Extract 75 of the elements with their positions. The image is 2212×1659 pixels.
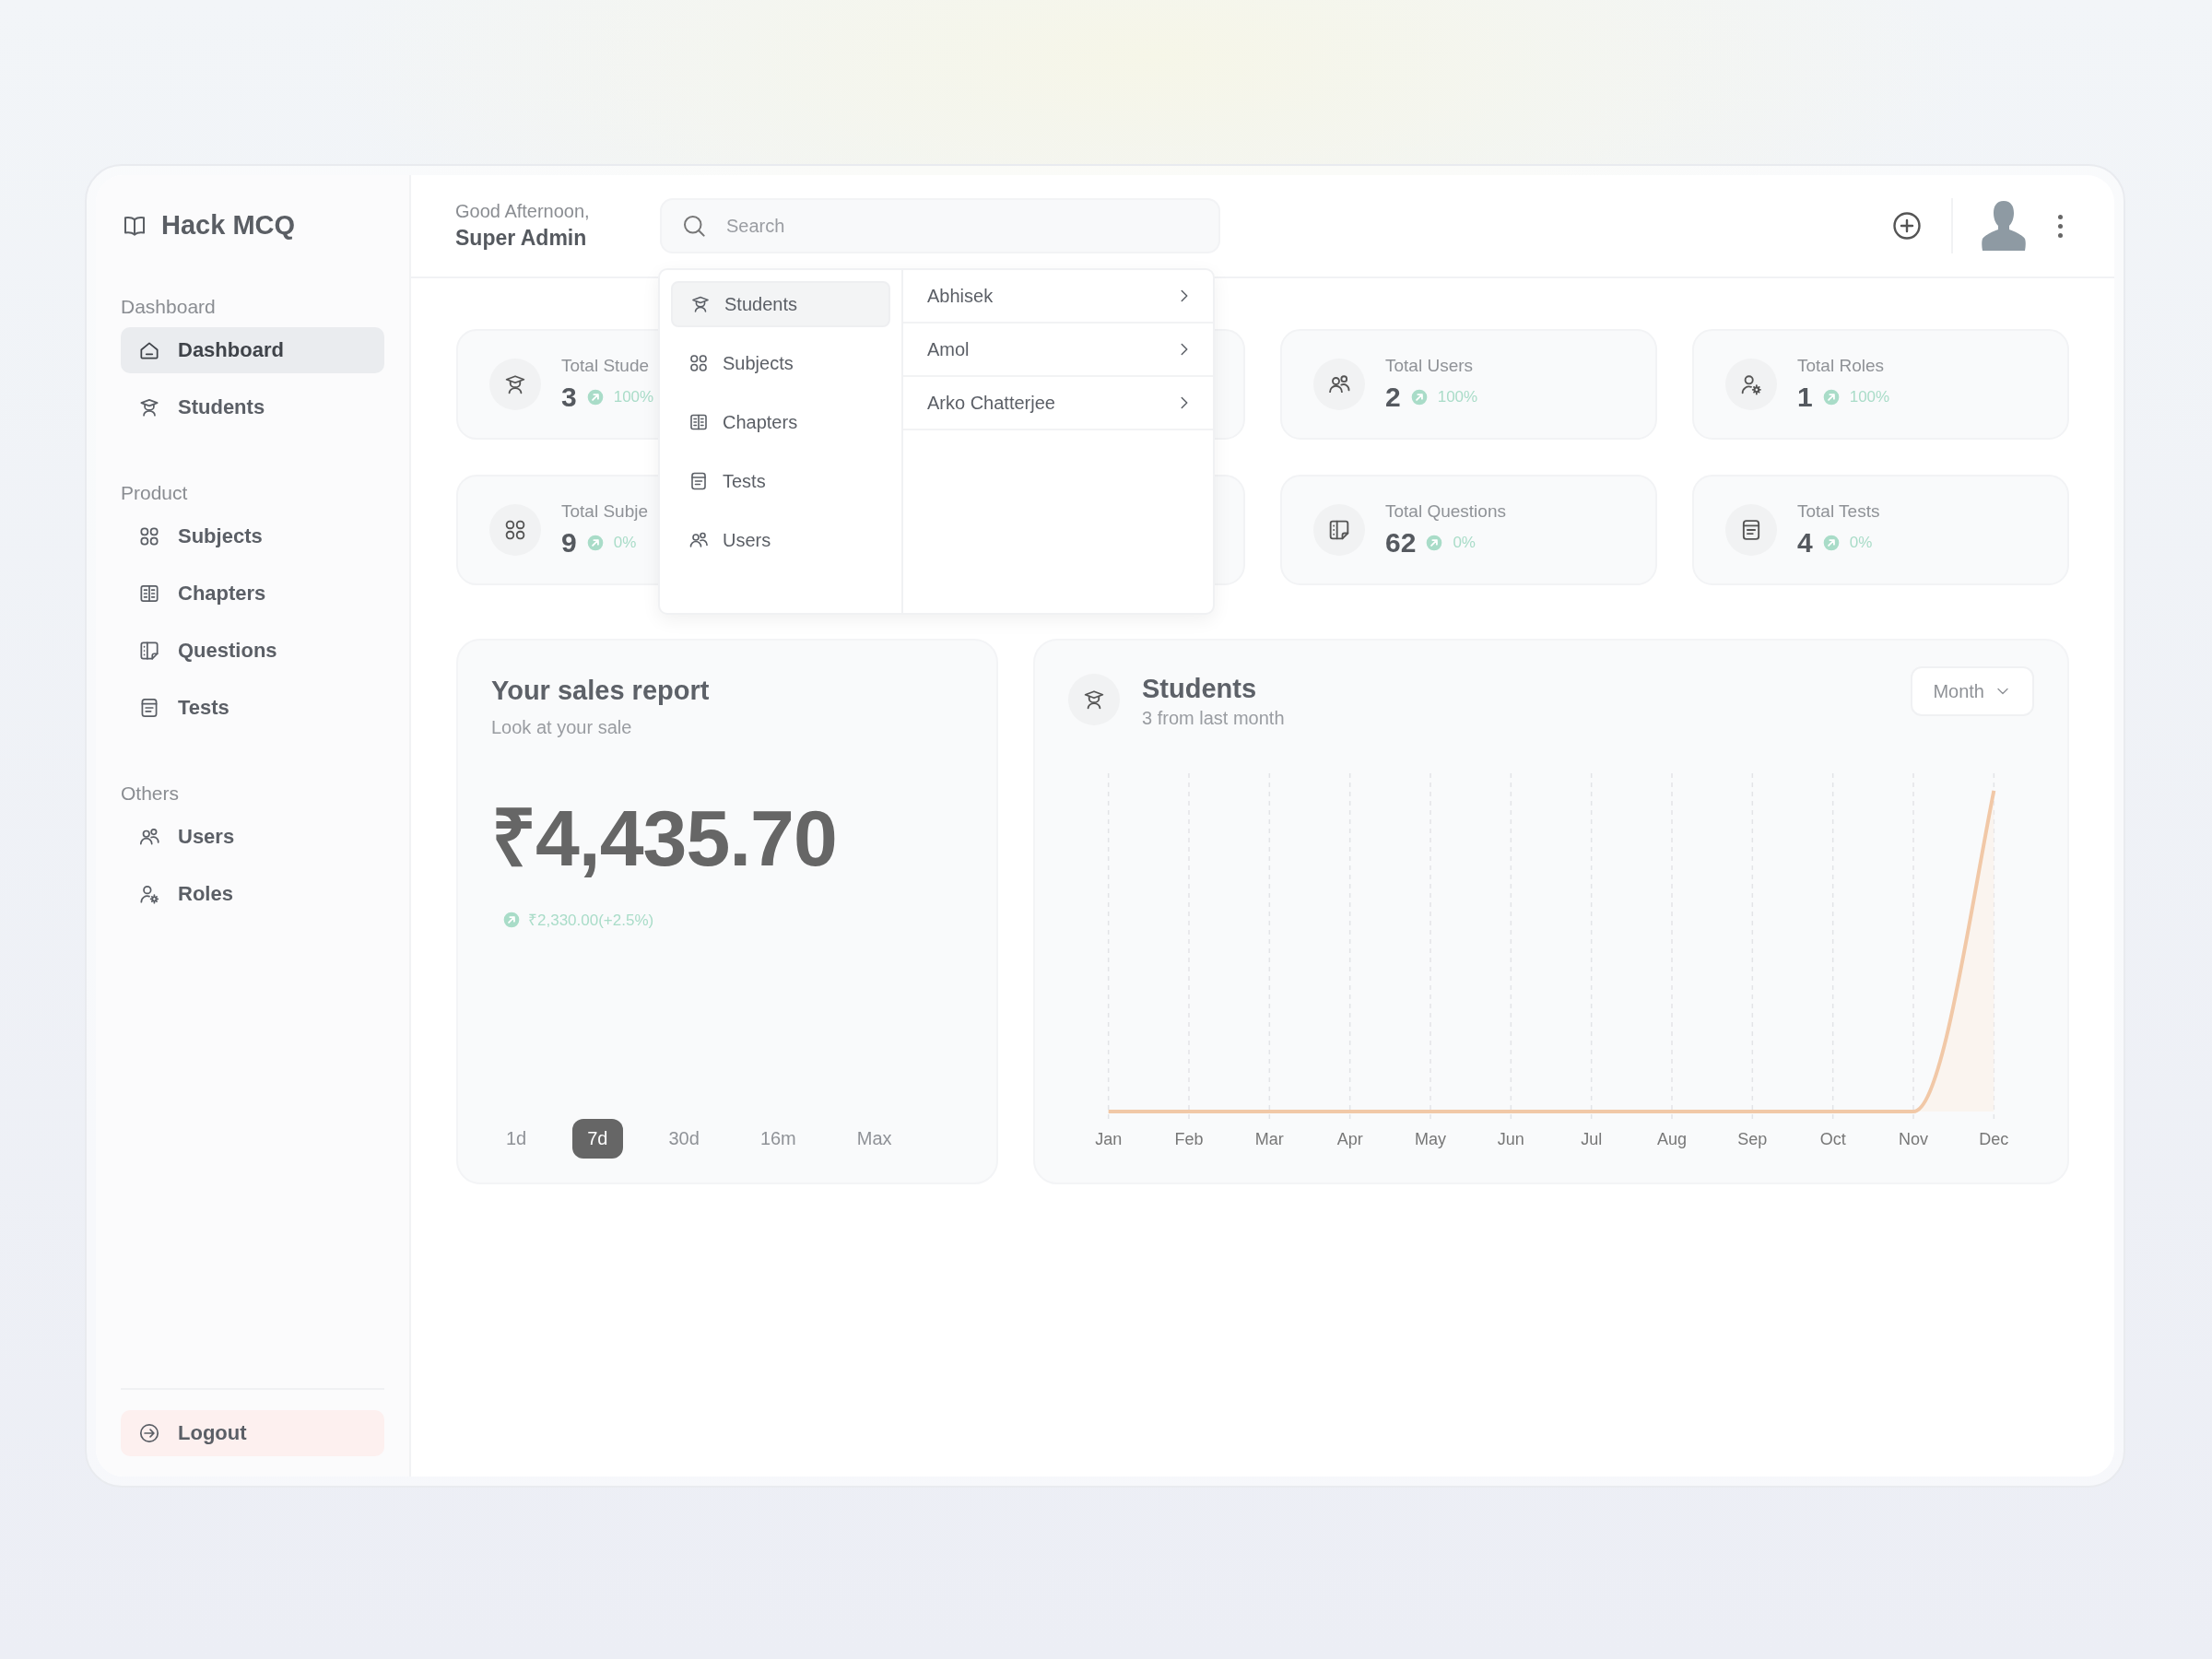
card-subtitle: Look at your sale	[491, 717, 632, 738]
sidebar-item[interactable]: Dashboard	[121, 327, 384, 373]
period-button[interactable]: 7d	[572, 1119, 623, 1159]
stat-label: Total Roles	[1797, 356, 1884, 376]
stat-change: 0%	[1453, 534, 1476, 552]
stat-value: 2	[1385, 382, 1401, 413]
section-label: Others	[121, 782, 181, 805]
stat-label: Total Users	[1385, 356, 1474, 376]
stat-label: Total Stude	[561, 356, 650, 376]
stat-value: 1	[1797, 382, 1813, 413]
month-label: Dec	[1979, 1130, 2009, 1149]
stat-label: Total Questions	[1385, 501, 1506, 522]
logout-icon	[137, 1421, 161, 1445]
search-category[interactable]: Users	[671, 517, 890, 563]
sidebar-item[interactable]: Students	[121, 384, 384, 430]
month-label: Jul	[1581, 1130, 1603, 1149]
search-category[interactable]: Students	[671, 281, 890, 327]
add-icon[interactable]	[1890, 209, 1924, 242]
stat-value: 3	[561, 382, 577, 413]
month-label: May	[1415, 1130, 1446, 1149]
card-subtitle: 3 from last month	[1142, 708, 1285, 729]
arrow-up-right-icon	[1821, 388, 1841, 406]
stat-change: 0%	[613, 534, 637, 552]
period-dropdown[interactable]: Month	[1911, 666, 2034, 716]
month-label: Aug	[1656, 1130, 1687, 1149]
stat-change: 0%	[1849, 534, 1873, 552]
sales-amount: ₹4,435.70	[491, 793, 837, 884]
month-label: Sep	[1737, 1130, 1768, 1149]
search-category[interactable]: Tests	[671, 458, 890, 504]
month-label: Nov	[1899, 1130, 1928, 1149]
month-label: Oct	[1819, 1130, 1846, 1149]
sidebar-item[interactable]: Questions	[121, 628, 384, 674]
month-label: Jun	[1497, 1130, 1524, 1149]
card-title: Students	[1142, 674, 1257, 704]
month-label: Apr	[1336, 1130, 1363, 1149]
document-icon	[137, 639, 161, 663]
section-label: Product	[121, 482, 189, 504]
month-label: Mar	[1254, 1130, 1284, 1149]
stat-label: Total Tests	[1797, 501, 1880, 522]
arrow-up-right-icon	[1425, 534, 1444, 552]
month-label: Feb	[1174, 1130, 1204, 1149]
logout-button[interactable]: Logout	[121, 1410, 384, 1456]
sidebar-item[interactable]: Tests	[121, 685, 384, 731]
card-title: Your sales report	[491, 676, 710, 706]
search-category[interactable]: Chapters	[671, 399, 890, 445]
sidebar-item[interactable]: Roles	[121, 871, 384, 917]
arrow-up-right-icon	[585, 388, 605, 406]
section-label: Dashboard	[121, 296, 217, 318]
stat-value: 4	[1797, 527, 1813, 559]
month-label: Jan	[1095, 1130, 1123, 1149]
sales-change: ₹2,330.00(+2.5%)	[528, 911, 654, 930]
user-name: Super Admin	[455, 226, 587, 251]
search-result[interactable]: Arko Chatterjee	[903, 377, 1213, 430]
arrow-up-right-icon	[1821, 534, 1841, 552]
sidebar-item[interactable]: Chapters	[121, 571, 384, 617]
arrow-up-right-icon	[585, 534, 605, 552]
sidebar-item[interactable]: Subjects	[121, 513, 384, 559]
search-result[interactable]: Amol	[903, 324, 1213, 377]
arrow-up-right-icon	[502, 910, 521, 929]
stat-change: 100%	[1437, 388, 1478, 406]
search-result[interactable]: Abhisek	[903, 270, 1213, 324]
brand-name: Hack MCQ	[161, 210, 296, 241]
stat-label: Total Subje	[561, 501, 648, 522]
greeting-text: Good Afternoon,	[455, 201, 590, 222]
search-category[interactable]: Subjects	[671, 340, 890, 386]
stat-change: 100%	[613, 388, 654, 406]
grid-icon	[137, 524, 161, 548]
stat-value: 9	[561, 527, 577, 559]
stat-value: 62	[1385, 527, 1417, 559]
stat-change: 100%	[1849, 388, 1890, 406]
grid-icon	[688, 352, 710, 374]
search-field[interactable]: Search	[660, 198, 1220, 253]
arrow-up-right-icon	[1409, 388, 1429, 406]
avatar-silhouette[interactable]	[1981, 199, 2027, 253]
sidebar-item[interactable]: Users	[121, 814, 384, 860]
